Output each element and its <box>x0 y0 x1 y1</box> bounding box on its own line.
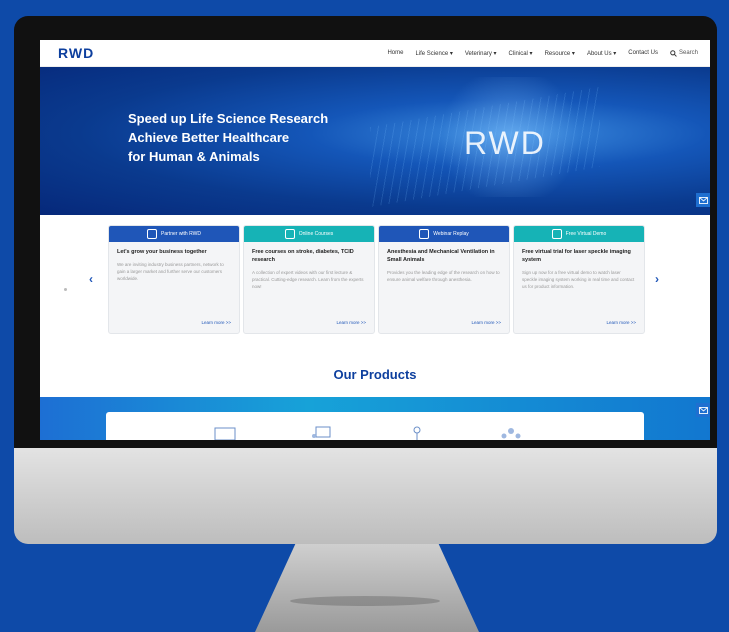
card-header: Webinar Replay <box>379 226 509 242</box>
monitor-stand <box>255 544 479 632</box>
nav-item-clinical[interactable]: Clinical ▾ <box>509 50 533 57</box>
monitor-chin <box>14 448 717 544</box>
top-nav: RWD Home Life Science ▾ Veterinary ▾ Cli… <box>40 40 710 67</box>
handshake-icon <box>147 229 158 239</box>
card-title: Free courses on stroke, diabetes, TCID r… <box>252 249 354 263</box>
molecule-icon[interactable] <box>498 424 524 440</box>
learn-more-link[interactable]: Learn more >> <box>336 320 366 325</box>
nav-item-veterinary[interactable]: Veterinary ▾ <box>465 50 497 57</box>
card-header-label: Partner with RWD <box>161 231 201 237</box>
stand-shadow <box>290 596 440 606</box>
nav-menu: Home Life Science ▾ Veterinary ▾ Clinica… <box>387 50 698 57</box>
mail-icon <box>698 196 708 204</box>
card-header: Partner with RWD <box>109 226 239 242</box>
mail-icon <box>698 406 708 414</box>
card-header-label: Webinar Replay <box>433 231 469 237</box>
products-heading: Our Products <box>333 367 417 382</box>
learn-more-link[interactable]: Learn more >> <box>471 320 501 325</box>
hero-headline: Speed up Life Science Research Achieve B… <box>128 109 328 166</box>
hero-banner[interactable]: Speed up Life Science Research Achieve B… <box>40 67 710 215</box>
card-header: Free Virtual Demo <box>514 226 644 242</box>
card-title: Free virtual trial for laser speckle ima… <box>522 249 631 263</box>
nav-item-home[interactable]: Home <box>387 50 403 57</box>
card-text: Provides you the leading edge of the res… <box>387 270 500 282</box>
hero-line-3: for Human & Animals <box>128 149 260 164</box>
card-text: A collection of expert videos with our f… <box>252 270 364 289</box>
demo-icon <box>551 229 562 239</box>
nav-item-contact[interactable]: Contact Us <box>628 50 658 57</box>
search-label: Search <box>678 50 698 56</box>
carousel-dot[interactable] <box>64 288 67 291</box>
chevron-right-icon: › <box>655 272 659 286</box>
play-icon <box>419 229 430 239</box>
nav-item-about[interactable]: About Us ▾ <box>587 50 616 57</box>
card-text: We are inviting industry business partne… <box>117 262 224 281</box>
mail-float-button[interactable] <box>696 193 710 207</box>
mail-float-button-2[interactable] <box>696 403 710 417</box>
card-title: Let's grow your business together <box>117 249 207 255</box>
hero-line-2: Achieve Better Healthcare <box>128 130 290 145</box>
card-webinar[interactable]: Webinar Replay Anesthesia and Mechanical… <box>378 225 510 334</box>
hero-line-1: Speed up Life Science Research <box>128 111 329 126</box>
screen: RWD Home Life Science ▾ Veterinary ▾ Cli… <box>40 40 710 440</box>
instrument-icon[interactable] <box>310 424 336 440</box>
card-header: Online Courses <box>244 226 374 242</box>
nav-item-resource[interactable]: Resource ▾ <box>545 50 575 57</box>
search-icon <box>670 49 677 57</box>
card-title: Anesthesia and Mechanical Ventilation in… <box>387 249 495 263</box>
monitor-icon <box>284 229 295 239</box>
card-header-label: Free Virtual Demo <box>565 231 607 237</box>
microscope-icon[interactable] <box>404 424 430 440</box>
card-courses[interactable]: Online Courses Free courses on stroke, d… <box>243 225 375 334</box>
device-icon[interactable] <box>212 424 238 440</box>
products-panel <box>106 412 644 440</box>
card-header-label: Online Courses <box>298 231 334 237</box>
hero-logo-watermark: RWD <box>464 125 546 161</box>
carousel-next-button[interactable]: › <box>650 272 664 286</box>
card-partner[interactable]: Partner with RWD Let's grow your busines… <box>108 225 240 334</box>
promo-carousel: ‹ › Partner with RWD Let's grow your bus… <box>40 215 710 365</box>
nav-item-life-science[interactable]: Life Science ▾ <box>415 50 452 57</box>
search-button[interactable]: Search <box>670 49 698 57</box>
card-demo[interactable]: Free Virtual Demo Free virtual trial for… <box>513 225 645 334</box>
carousel-prev-button[interactable]: ‹ <box>84 272 98 286</box>
site-logo[interactable]: RWD <box>58 45 94 61</box>
card-text: Sign up now for a free virtual demo to w… <box>522 270 635 289</box>
learn-more-link[interactable]: Learn more >> <box>606 320 636 325</box>
chevron-left-icon: ‹ <box>89 272 93 286</box>
learn-more-link[interactable]: Learn more >> <box>201 320 231 325</box>
